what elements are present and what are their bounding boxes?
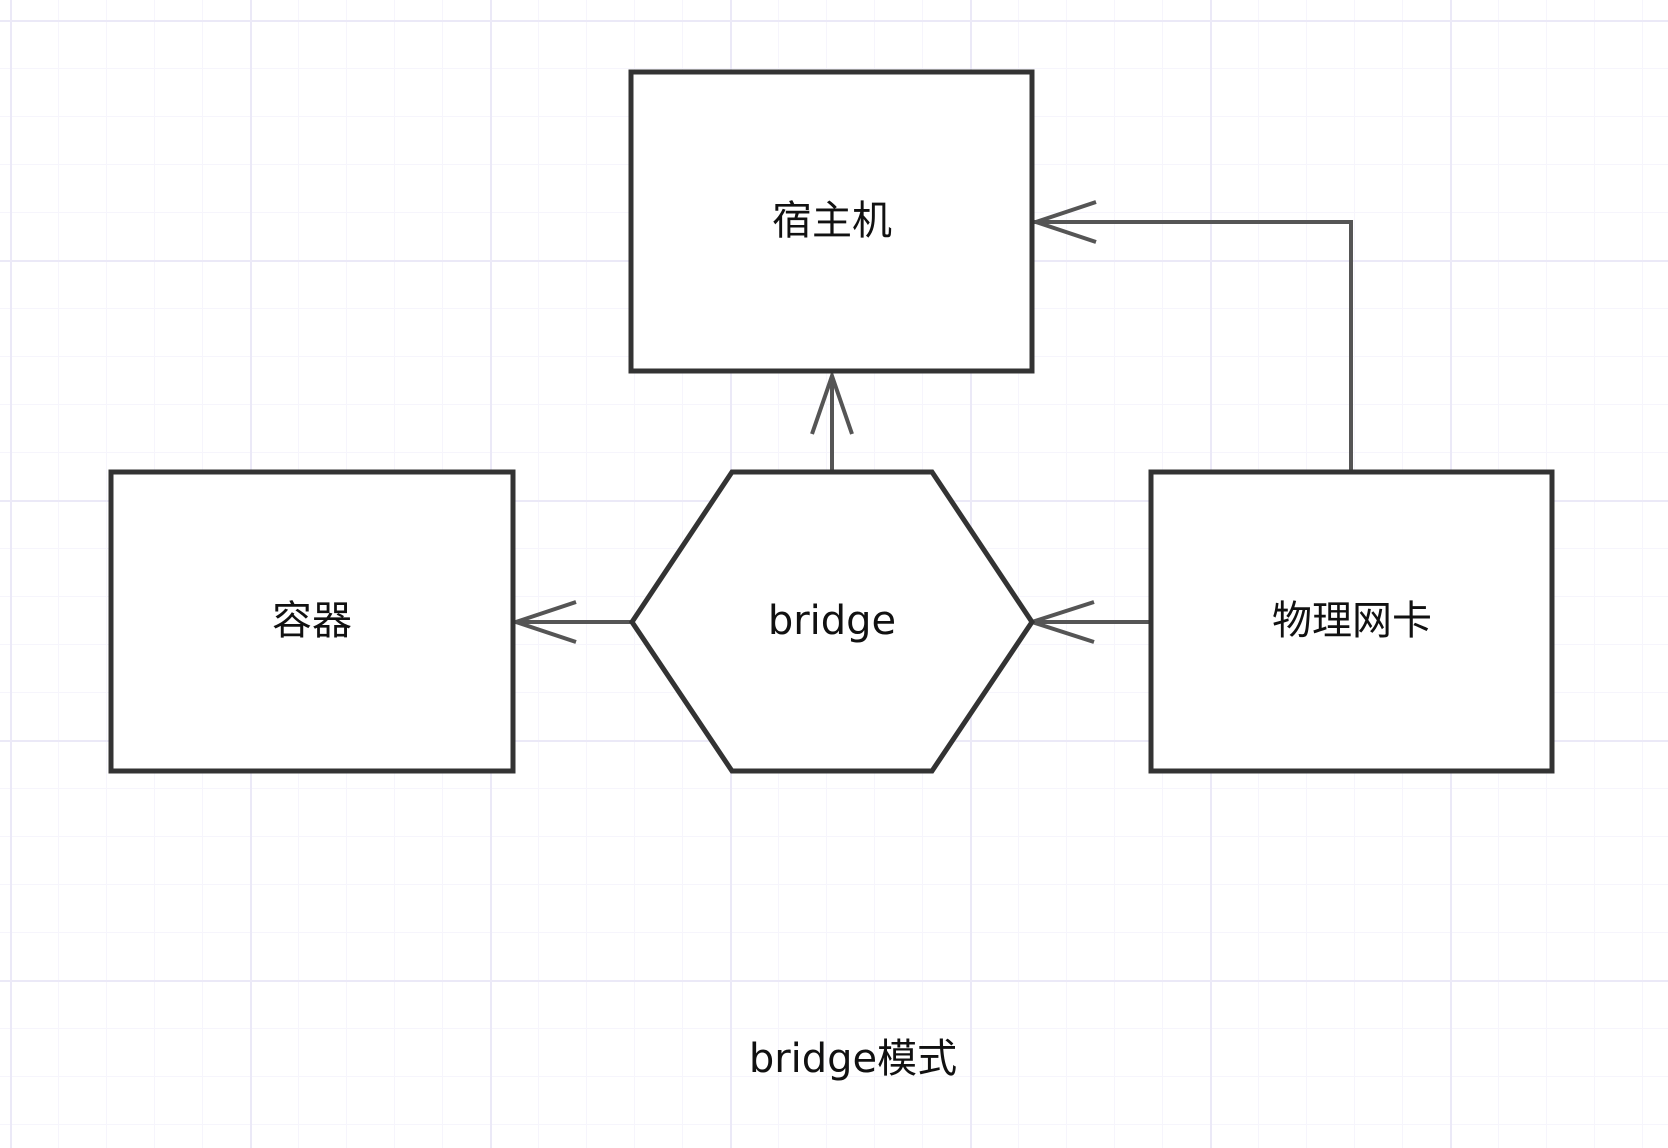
- node-nic[interactable]: 物理网卡: [1148, 469, 1555, 774]
- node-bridge[interactable]: bridge: [628, 469, 1036, 774]
- node-container-label: 容器: [272, 598, 352, 644]
- edge-nic-to-host: [1029, 200, 1353, 470]
- edge-bridge-to-container: [509, 600, 632, 644]
- edge-nic-to-bridge: [1025, 600, 1160, 644]
- bridge-mode-diagram: 宿主机 容器 bridge 物理网卡 bridge模式: [108, 69, 1555, 1082]
- diagram-caption: bridge模式: [749, 1036, 957, 1082]
- node-host-label: 宿主机: [772, 198, 892, 244]
- node-host[interactable]: 宿主机: [628, 69, 1035, 374]
- node-container[interactable]: 容器: [108, 469, 516, 774]
- node-nic-label: 物理网卡: [1272, 598, 1432, 644]
- edge-bridge-to-host: [810, 369, 854, 470]
- node-bridge-label: bridge: [768, 598, 896, 644]
